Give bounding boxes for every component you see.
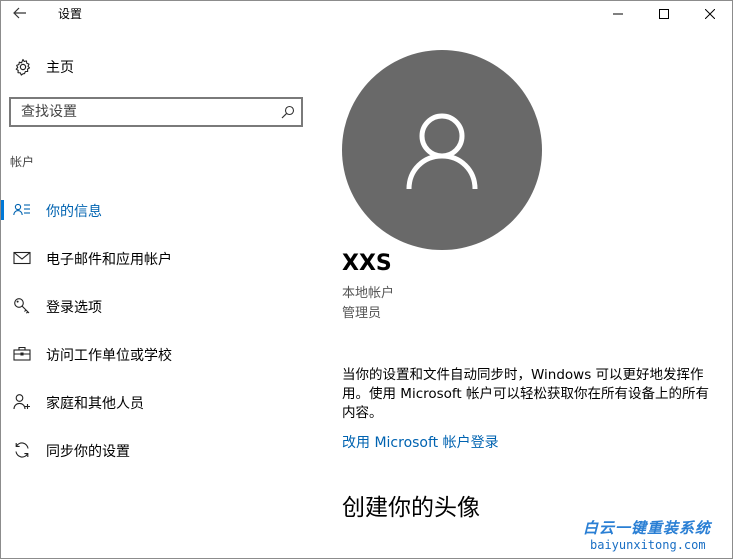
main-content: XXS 本地帐户 管理员 当你的设置和文件自动同步时，Windows 可以更好地… [322,28,732,558]
briefcase-icon [12,344,32,364]
watermark-url: baiyunxitong.com [590,538,706,552]
active-indicator [1,200,4,220]
sidebar-item-sync[interactable]: 同步你的设置 [0,430,322,470]
sidebar-item-label: 你的信息 [46,204,102,220]
mail-icon [12,248,32,268]
maximize-button[interactable] [641,0,687,28]
back-button[interactable] [8,3,32,23]
sync-description: 当你的设置和文件自动同步时，Windows 可以更好地发挥作用。使用 Micro… [342,367,710,421]
title-bar: 设置 [0,0,733,28]
maximize-icon [659,9,669,19]
sidebar-item-work-school[interactable]: 访问工作单位或学校 [0,334,322,374]
close-icon [705,9,715,19]
sidebar-item-family[interactable]: 家庭和其他人员 [0,382,322,422]
home-nav-item[interactable]: 主页 [13,57,74,77]
search-input[interactable] [21,103,261,121]
watermark-logo-text: 白云一键重装系统 [583,519,712,537]
window-title: 设置 [58,7,83,21]
sidebar-item-label: 登录选项 [46,300,102,316]
sidebar-item-label: 家庭和其他人员 [46,396,144,412]
sidebar-item-label: 电子邮件和应用帐户 [46,252,172,268]
avatar [342,50,542,250]
search-box[interactable] [9,97,303,127]
user-role: 管理员 [342,306,382,321]
sidebar-item-your-info[interactable]: 你的信息 [0,190,322,230]
sidebar-item-email-accounts[interactable]: 电子邮件和应用帐户 [0,238,322,278]
gear-icon [13,57,33,77]
avatar-heading: 创建你的头像 [342,495,480,521]
account-type: 本地帐户 [342,286,395,301]
search-icon[interactable] [279,103,297,121]
sidebar: 主页 帐户 你的信息 [0,28,322,558]
microsoft-signin-link[interactable]: 改用 Microsoft 帐户登录 [342,432,499,452]
person-info-icon [12,200,32,220]
add-person-icon [12,392,32,412]
sidebar-item-label: 同步你的设置 [46,444,130,460]
home-label: 主页 [46,60,74,76]
user-name: XXS [342,251,392,276]
minimize-icon [613,13,623,15]
close-button[interactable] [687,0,733,28]
user-silhouette-icon [406,113,478,190]
sidebar-item-sign-in-options[interactable]: 登录选项 [0,286,322,326]
minimize-button[interactable] [595,0,641,28]
back-arrow-icon [13,7,26,19]
sidebar-item-label: 访问工作单位或学校 [46,348,172,364]
key-icon [12,296,32,316]
section-label: 帐户 [10,155,35,169]
sync-icon [12,440,32,460]
